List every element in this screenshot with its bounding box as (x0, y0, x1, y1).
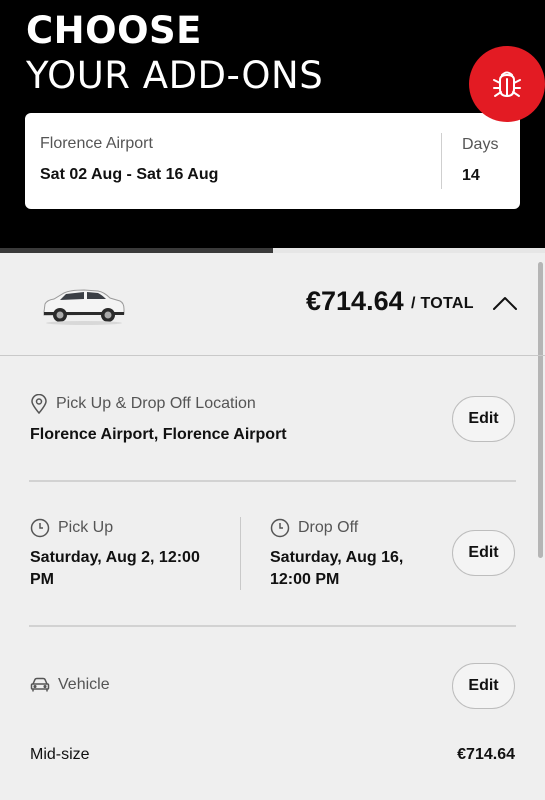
clock-icon (270, 518, 290, 538)
vehicle-label: Vehicle (58, 676, 110, 693)
bug-icon (493, 71, 521, 97)
pickup-label-row: Pick Up (30, 518, 113, 538)
pickup-value: Saturday, Aug 2, 12:00 PM (30, 549, 200, 588)
header-banner: CHOOSE YOUR ADD-ONS Florence Airport Sat… (0, 0, 545, 248)
dropoff-label-row: Drop Off (270, 518, 358, 538)
page-title: CHOOSE YOUR ADD-ONS (26, 8, 323, 98)
suv-car-image (43, 289, 125, 325)
summary-divider (441, 133, 442, 189)
vehicle-label-row: Vehicle (30, 676, 110, 694)
report-bug-button[interactable] (469, 46, 545, 122)
location-value: Florence Airport, Florence Airport (30, 426, 287, 443)
edit-vehicle-button[interactable]: Edit (452, 663, 515, 709)
page-title-line-2: YOUR ADD-ONS (26, 54, 324, 97)
location-label: Pick Up & Drop Off Location (56, 395, 256, 412)
price-total-row[interactable]: €714.64 / TOTAL (0, 253, 545, 356)
car-icon (30, 677, 50, 692)
per-total-label: / TOTAL (411, 295, 474, 312)
clock-icon (30, 518, 50, 538)
page-title-line-1: CHOOSE (26, 9, 202, 52)
summary-dates: Sat 02 Aug - Sat 16 Aug (40, 166, 219, 183)
vehicle-class-price: €714.64 (457, 746, 515, 763)
days-label: Days (462, 136, 499, 153)
dropoff-value: Saturday, Aug 16, 12:00 PM (270, 549, 404, 588)
total-price: €714.64 (306, 286, 404, 316)
days-value: 14 (462, 167, 480, 184)
edit-location-button[interactable]: Edit (452, 396, 515, 442)
vehicle-class-name: Mid-size (30, 746, 90, 763)
section-divider (29, 625, 516, 627)
summary-location: Florence Airport (40, 135, 153, 152)
trip-summary-card: Florence Airport Sat 02 Aug - Sat 16 Aug… (25, 113, 520, 209)
pickup-dropoff-divider (240, 517, 241, 590)
location-label-row: Pick Up & Drop Off Location (30, 394, 256, 414)
edit-dates-button[interactable]: Edit (452, 530, 515, 576)
section-divider (29, 480, 516, 482)
chevron-up-icon[interactable] (490, 291, 520, 315)
pickup-label: Pick Up (58, 519, 114, 536)
dropoff-label: Drop Off (298, 519, 359, 536)
location-pin-icon (31, 394, 47, 414)
